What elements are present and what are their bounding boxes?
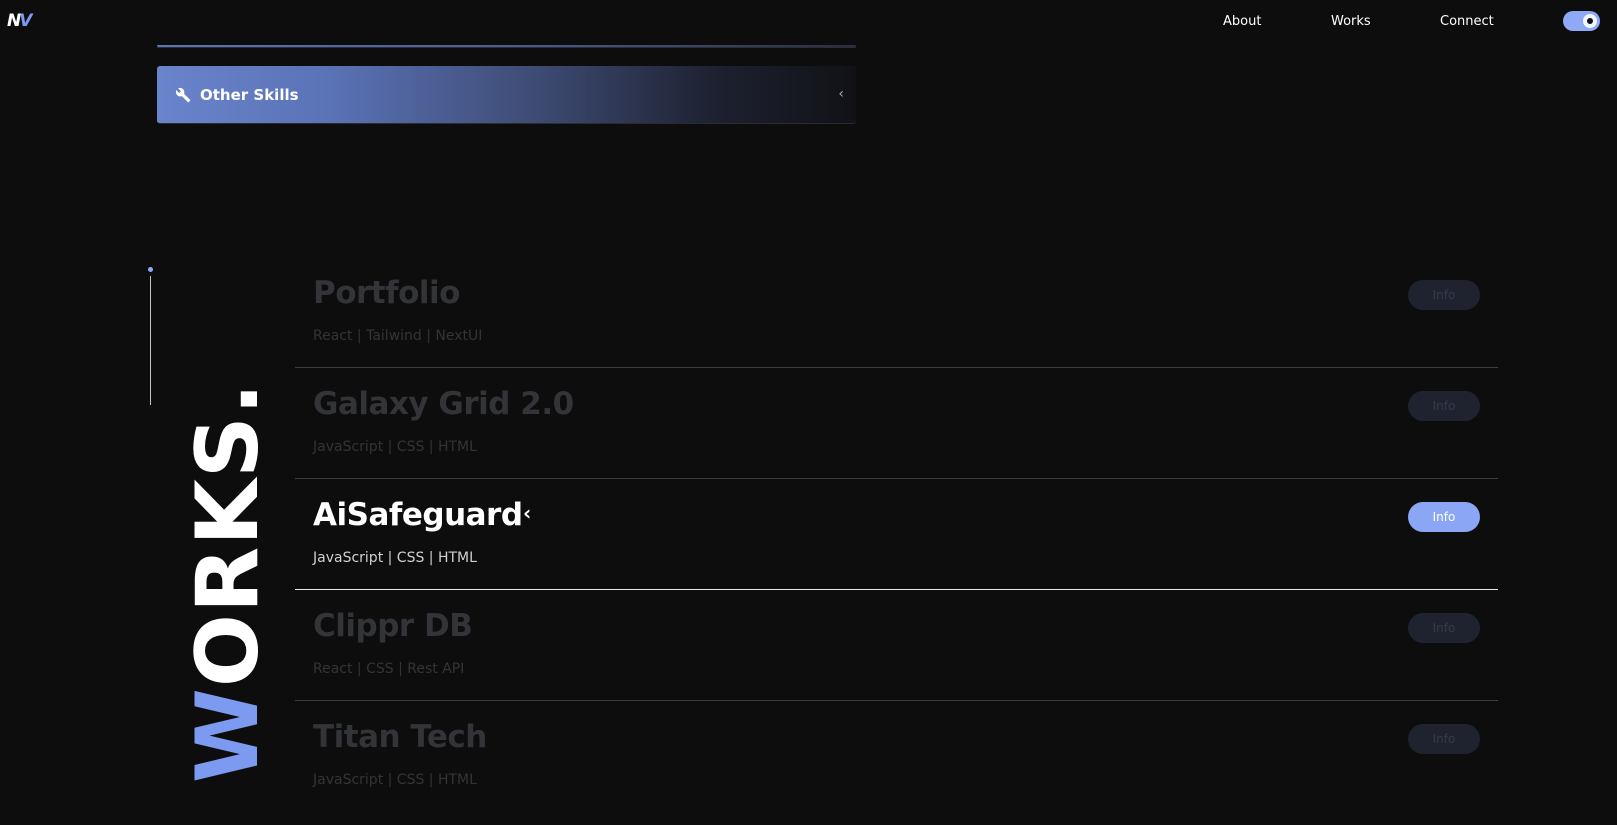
project-name: Clippr DB <box>313 608 473 644</box>
project-name: Titan Tech <box>313 719 487 755</box>
works-heading-first: W <box>178 687 278 783</box>
project-name: Portfolio <box>313 275 460 311</box>
chevron-left-icon: ‹ <box>523 501 532 525</box>
project-item-portfolio[interactable]: Portfolio React | Tailwind | NextUI Info <box>295 257 1498 368</box>
wrench-icon <box>174 86 192 104</box>
project-tags: React | CSS | Rest API <box>313 661 465 677</box>
other-skills-label: Other Skills <box>200 85 299 104</box>
project-tags: React | Tailwind | NextUI <box>313 328 483 344</box>
moon-toggle-icon <box>1583 14 1597 28</box>
project-tags: JavaScript | CSS | HTML <box>313 772 477 788</box>
timeline-line <box>150 276 151 405</box>
top-nav: About Works Connect <box>0 12 1617 30</box>
project-item-aisafeguard[interactable]: AiSafeguard ‹ JavaScript | CSS | HTML In… <box>295 479 1498 590</box>
info-button[interactable]: Info <box>1408 280 1480 310</box>
works-heading: WORKS. <box>178 382 278 783</box>
timeline-dot <box>148 267 153 272</box>
project-name: AiSafeguard <box>313 497 523 533</box>
info-button[interactable]: Info <box>1408 613 1480 643</box>
theme-toggle[interactable] <box>1563 11 1600 31</box>
works-heading-rest: ORKS. <box>178 381 278 688</box>
chevron-left-icon: ‹ <box>838 86 844 102</box>
project-name: Galaxy Grid 2.0 <box>313 386 574 422</box>
nav-connect[interactable]: Connect <box>1440 14 1494 29</box>
project-tags: JavaScript | CSS | HTML <box>313 439 477 455</box>
info-button[interactable]: Info <box>1408 502 1480 532</box>
divider <box>157 47 856 48</box>
nav-about[interactable]: About <box>1223 14 1261 29</box>
info-button[interactable]: Info <box>1408 391 1480 421</box>
info-button[interactable]: Info <box>1408 724 1480 754</box>
project-item-clippr-db[interactable]: Clippr DB React | CSS | Rest API Info <box>295 590 1498 701</box>
project-item-galaxy-grid[interactable]: Galaxy Grid 2.0 JavaScript | CSS | HTML … <box>295 368 1498 479</box>
project-item-titan-tech[interactable]: Titan Tech JavaScript | CSS | HTML Info <box>295 701 1498 812</box>
project-tags: JavaScript | CSS | HTML <box>313 550 477 566</box>
nav-works[interactable]: Works <box>1331 14 1371 29</box>
other-skills-accordion[interactable]: Other Skills ‹ <box>157 66 856 124</box>
